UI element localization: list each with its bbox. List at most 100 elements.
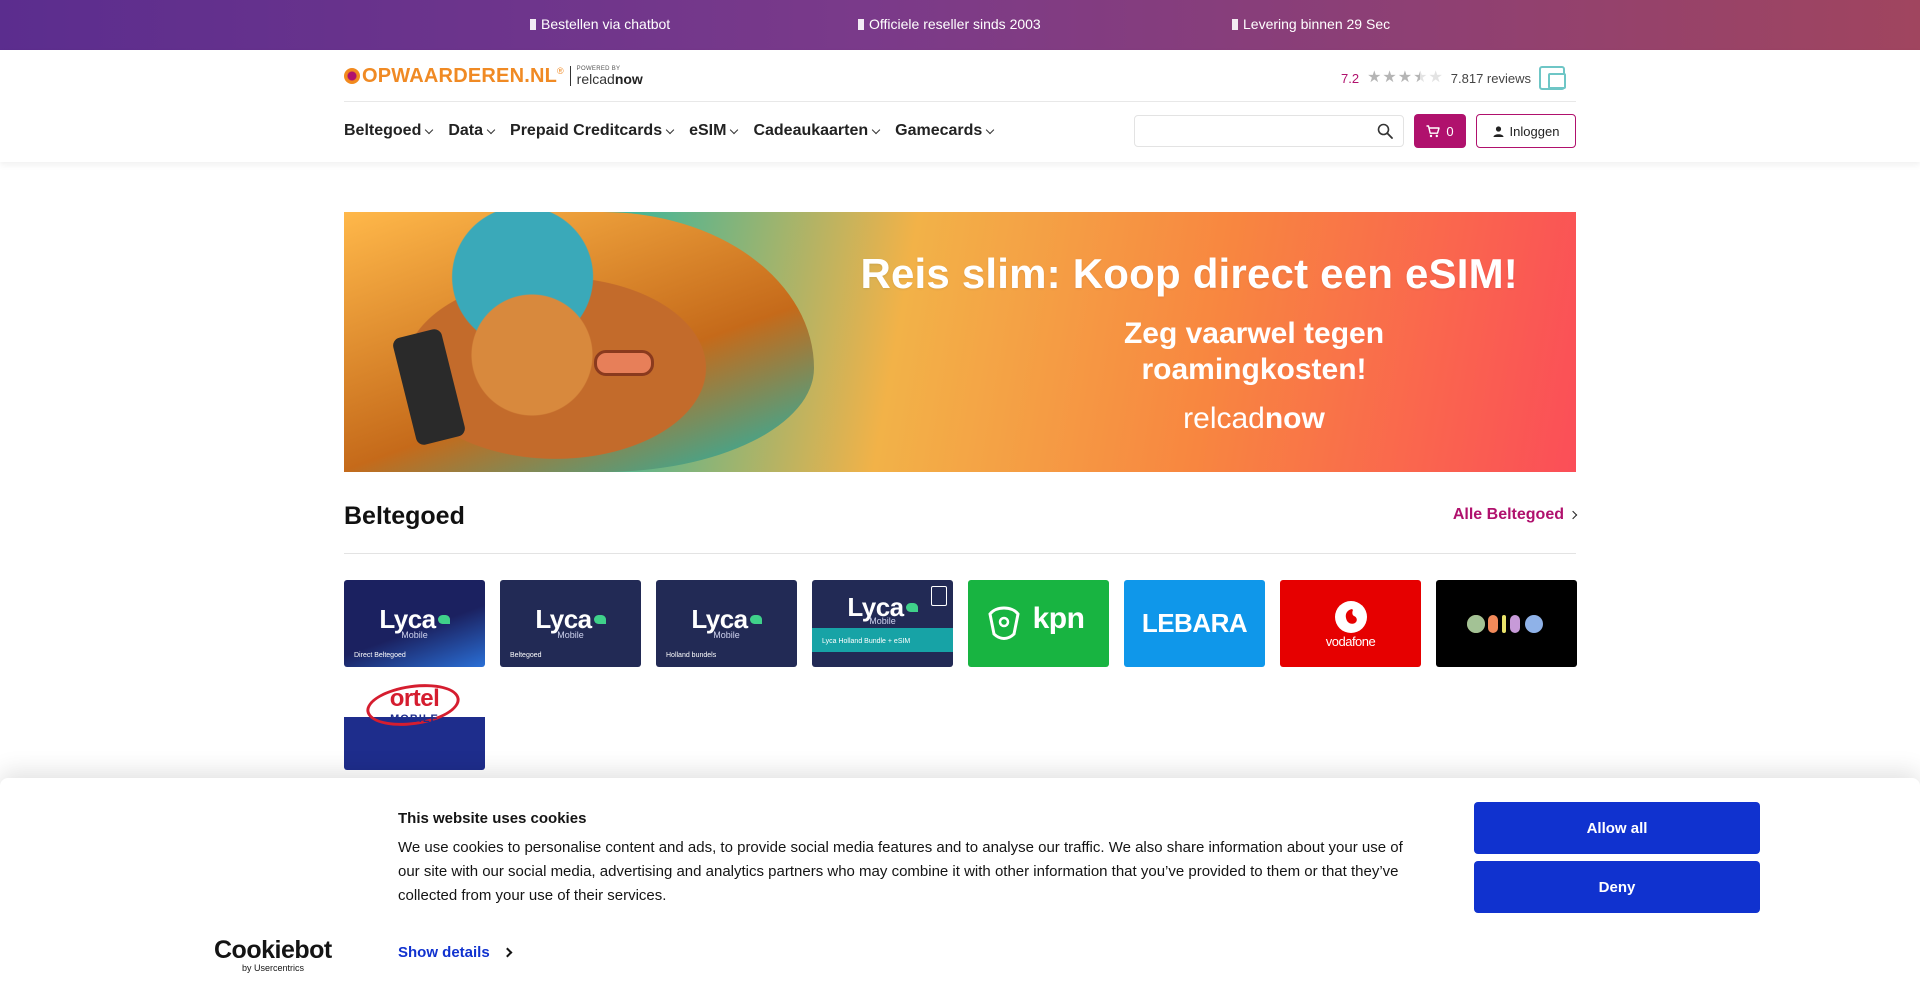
tile-brand-sub: Mobile — [557, 630, 584, 640]
all-link-label: Alle Beltegoed — [1452, 506, 1564, 523]
nav-item-esim[interactable]: eSIM — [689, 122, 739, 140]
lyca-leaf-icon — [905, 603, 918, 612]
nav-item-label: eSIM — [689, 122, 727, 139]
partner-logo-light: relcad — [576, 71, 615, 87]
banner-brand-logo: relcadnow — [1114, 402, 1394, 436]
nav-item-label: Cadeaukaarten — [753, 122, 869, 139]
usp-text: Bestellen via chatbot — [541, 16, 671, 32]
product-tile-lyca-esim[interactable]: Lyca Mobile Lyca Holland Bundle + eSIM — [812, 580, 953, 667]
review-count: 7.817 reviews — [1450, 70, 1531, 86]
all-beltegoed-link[interactable]: Alle Beltegoed — [1452, 506, 1578, 524]
nav-item-cadeaukaarten[interactable]: Cadeaukaarten — [753, 122, 881, 140]
show-details-label: Show details — [398, 944, 490, 961]
deny-button[interactable]: Deny — [1474, 861, 1760, 913]
usp-icon — [1232, 18, 1238, 30]
product-tile-lyca-beltegoed[interactable]: Lyca Mobile Beltegoed — [500, 580, 641, 667]
review-rating[interactable]: 7.2 ★ ★ ★ ★ ★ 7.817 reviews — [1340, 66, 1566, 90]
site-logo[interactable]: OPWAARDEREN.NL ® POWERED BY relcadnow — [344, 64, 643, 88]
chevron-right-icon — [1568, 510, 1578, 520]
tile-brand-sub: Mobile — [869, 616, 896, 626]
search-icon[interactable] — [1377, 123, 1393, 139]
odido-logo-icon — [1467, 615, 1543, 633]
lyca-leaf-icon — [437, 615, 450, 624]
product-tile-ortel[interactable]: ortel MOBILE — [344, 683, 485, 770]
product-tile-lyca-bundels[interactable]: Lyca Mobile Holland bundels — [656, 580, 797, 667]
header-divider — [344, 101, 1576, 102]
star-icon: ★ — [1367, 69, 1382, 86]
cookiebot-name: Cookiebot — [214, 936, 332, 964]
product-tile-odido[interactable]: odido — [1436, 580, 1577, 667]
product-tile-vodafone[interactable]: vodafone — [1280, 580, 1421, 667]
star-icon: ★ — [1382, 69, 1397, 86]
nav-item-beltegoed[interactable]: Beltegoed — [344, 122, 434, 140]
logo-divider — [569, 66, 571, 86]
search-box — [1134, 115, 1404, 147]
tile-brand: kpn — [1032, 602, 1085, 635]
cart-count: 0 — [1446, 123, 1454, 139]
tile-caption: Direct Beltegoed — [354, 652, 406, 659]
user-icon — [1493, 125, 1504, 137]
product-tile-lyca-direct[interactable]: Lyca Mobile Direct Beltegoed — [344, 580, 485, 667]
banner-headline: Reis slim: Koop direct een eSIM! — [860, 250, 1518, 297]
tile-brand: LEBARA — [1141, 608, 1248, 638]
nav-item-label: Beltegoed — [344, 122, 422, 139]
main-nav: Beltegoed Data Prepaid Creditcards eSIM … — [344, 122, 1009, 140]
chevron-down-icon — [986, 125, 995, 134]
kiyoh-logo-icon — [1539, 66, 1566, 90]
chevron-right-icon — [502, 947, 513, 958]
login-label: Inloggen — [1509, 123, 1560, 139]
esim-chip-icon — [931, 586, 947, 606]
cookie-consent-banner: This website uses cookies We use cookies… — [0, 778, 1920, 993]
powered-by: POWERED BY relcadnow — [577, 66, 643, 86]
section-divider — [344, 553, 1576, 554]
logo-name: OPWAARDEREN.NL — [362, 64, 558, 87]
chevron-down-icon — [486, 125, 496, 134]
promo-banner[interactable]: Reis slim: Koop direct een eSIM! Zeg vaa… — [344, 212, 1576, 472]
usp-bar: Bestellen via chatbot Officiele reseller… — [0, 0, 1920, 50]
cart-button[interactable]: 0 — [1414, 114, 1466, 148]
rating-stars: ★ ★ ★ ★ ★ — [1367, 70, 1443, 86]
partner-logo-bold: now — [614, 71, 643, 87]
star-empty-icon: ★ — [1428, 69, 1443, 86]
chevron-down-icon — [871, 125, 881, 134]
allow-all-button[interactable]: Allow all — [1474, 802, 1760, 854]
login-button[interactable]: Inloggen — [1476, 114, 1576, 148]
usp-text: Officiele reseller sinds 2003 — [869, 16, 1041, 32]
site-header: OPWAARDEREN.NL ® POWERED BY relcadnow 7.… — [0, 50, 1920, 162]
chevron-down-icon — [425, 125, 434, 134]
tile-caption: Holland bundels — [666, 652, 717, 659]
lyca-leaf-icon — [749, 615, 762, 624]
usp-chatbot: Bestellen via chatbot — [530, 16, 670, 32]
tile-caption: Lyca Holland Bundle + eSIM — [822, 638, 911, 645]
nav-item-gamecards[interactable]: Gamecards — [895, 122, 995, 140]
chevron-down-icon — [665, 125, 675, 134]
banner-brand-light: relcad — [1183, 402, 1265, 435]
tile-brand-sub: MOBILE — [390, 713, 439, 725]
usp-icon — [858, 18, 864, 30]
cookiebot-logo: Cookiebot by Usercentrics — [214, 936, 332, 974]
cookiebot-by: by Usercentrics — [242, 963, 305, 973]
logo-trademark: ® — [557, 66, 564, 76]
nav-item-label: Data — [448, 122, 484, 139]
banner-brand-bold: now — [1264, 402, 1325, 435]
chevron-down-icon — [730, 125, 739, 134]
section-title: Beltegoed — [344, 502, 465, 530]
star-half-icon: ★ — [1413, 69, 1428, 86]
rating-score: 7.2 — [1340, 70, 1360, 86]
product-tile-lebara[interactable]: LEBARA — [1124, 580, 1265, 667]
banner-subline: Zeg vaarwel tegen roamingkosten! — [1044, 316, 1464, 388]
nav-item-prepaid-creditcards[interactable]: Prepaid Creditcards — [510, 122, 675, 140]
search-input[interactable] — [1135, 116, 1365, 146]
usp-reseller: Officiele reseller sinds 2003 — [858, 16, 1041, 32]
product-tile-kpn[interactable]: kpn — [968, 580, 1109, 667]
cookie-title: This website uses cookies — [398, 810, 587, 827]
star-icon: ★ — [1397, 69, 1413, 86]
usp-icon — [530, 18, 536, 30]
banner-subline-2: roamingkosten! — [1141, 353, 1367, 386]
cart-icon — [1426, 124, 1441, 137]
show-details-link[interactable]: Show details — [398, 944, 513, 961]
tile-brand: vodafone — [1325, 634, 1376, 649]
tile-caption: Beltegoed — [510, 652, 542, 659]
nav-item-data[interactable]: Data — [448, 122, 496, 140]
vodafone-speechmark-icon — [1335, 601, 1367, 633]
